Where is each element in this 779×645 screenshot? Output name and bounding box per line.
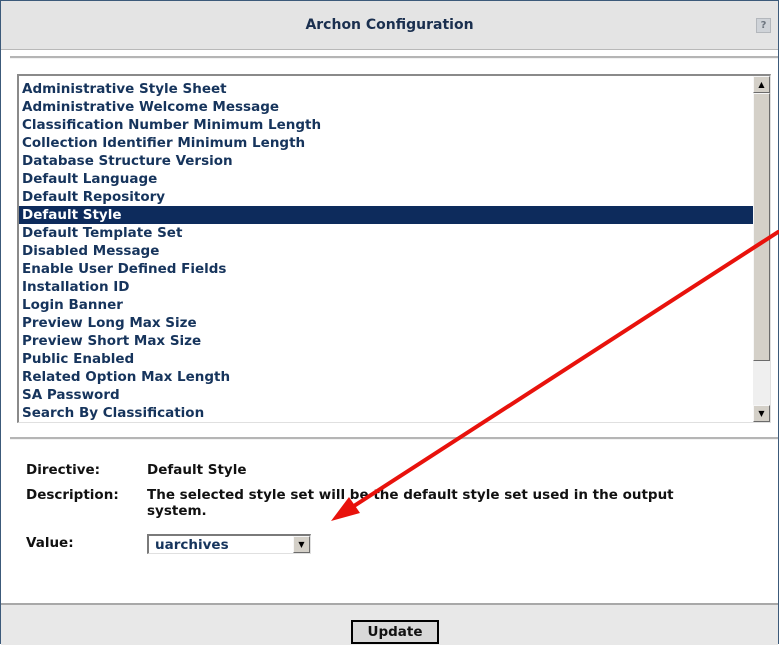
- annotation-arrow: [331, 230, 779, 521]
- arrow-line: [338, 230, 779, 517]
- arrow-head: [331, 497, 360, 521]
